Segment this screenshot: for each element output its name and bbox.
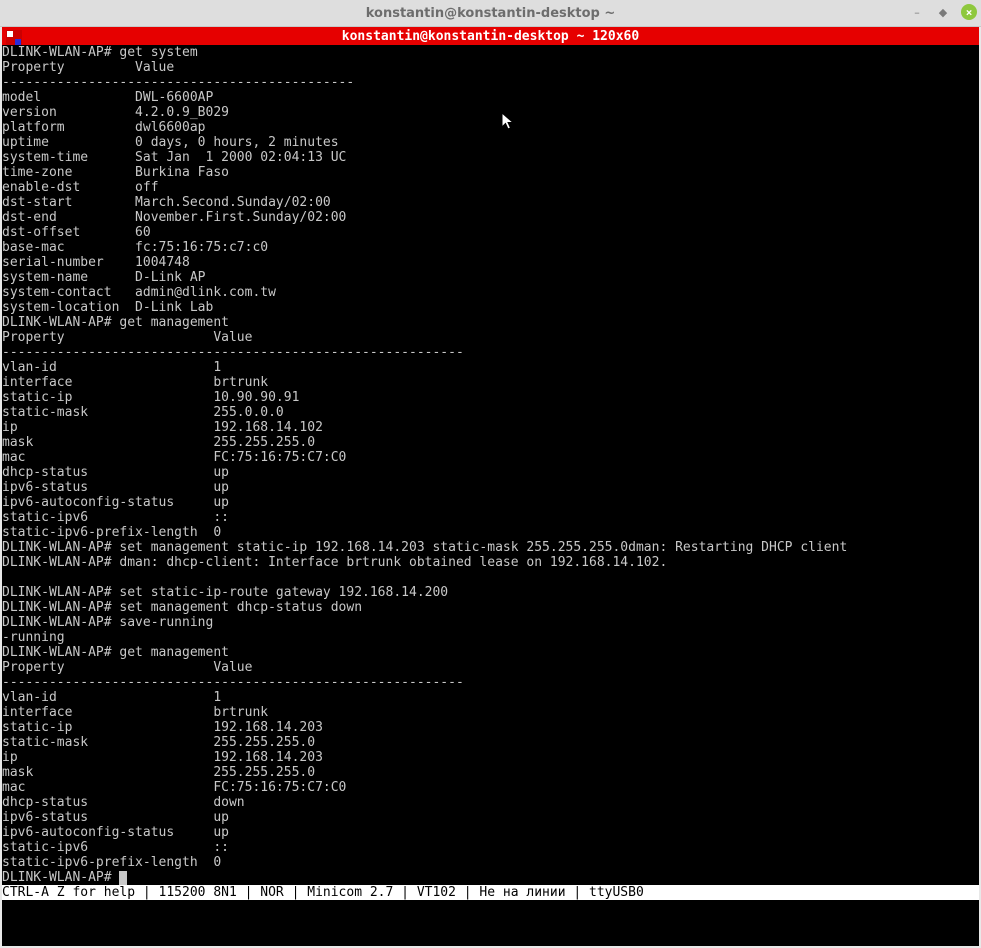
terminal-container: konstantin@konstantin-desktop ~ 120x60 D… [0,27,981,948]
close-button[interactable]: × [961,4,977,20]
application-window: konstantin@konstantin-desktop ~ – ◆ × ko… [0,0,981,948]
terminal-body[interactable]: DLINK-WLAN-AP# get system Property Value… [2,45,979,946]
terminal-cursor [119,871,127,885]
window-title: konstantin@konstantin-desktop ~ [366,6,616,21]
terminal-title: konstantin@konstantin-desktop ~ 120x60 [342,29,639,44]
minicom-statusbar: CTRL-A Z for help | 115200 8N1 | NOR | M… [2,885,979,900]
terminal-titlebar: konstantin@konstantin-desktop ~ 120x60 [2,27,979,45]
minimize-button[interactable]: – [909,4,925,20]
window-titlebar[interactable]: konstantin@konstantin-desktop ~ – ◆ × [0,0,981,27]
maximize-button[interactable]: ◆ [935,4,951,20]
window-controls: – ◆ × [909,4,977,20]
terminal-app-icon [6,30,22,46]
terminal-output: DLINK-WLAN-AP# get system Property Value… [2,45,979,885]
